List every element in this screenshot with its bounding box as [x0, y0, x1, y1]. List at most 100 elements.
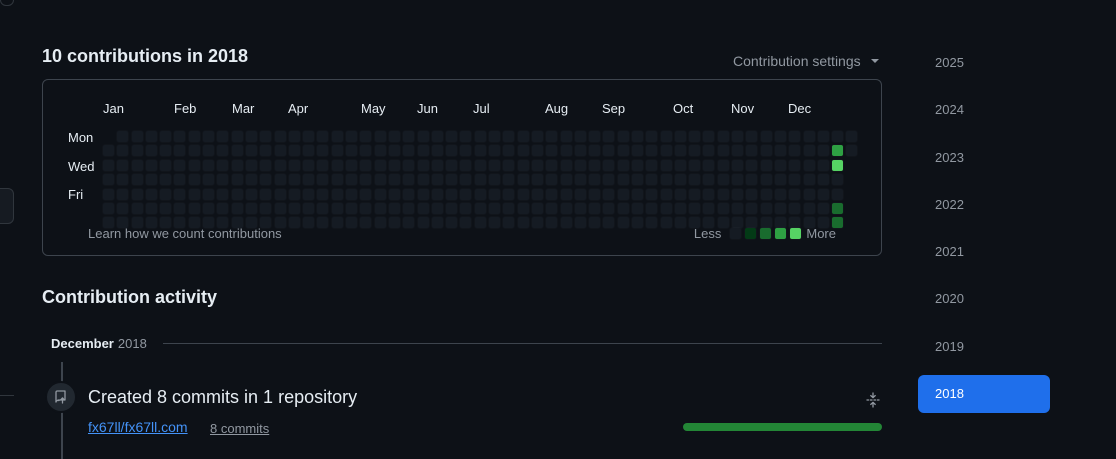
- calendar-day[interactable]: [689, 159, 701, 171]
- calendar-day[interactable]: [703, 202, 715, 214]
- calendar-day[interactable]: [317, 202, 329, 214]
- calendar-day[interactable]: [360, 188, 372, 200]
- calendar-day[interactable]: [546, 217, 558, 229]
- calendar-day[interactable]: [789, 188, 801, 200]
- calendar-day[interactable]: [388, 217, 400, 229]
- calendar-day[interactable]: [817, 174, 829, 186]
- calendar-day[interactable]: [274, 174, 286, 186]
- calendar-day[interactable]: [631, 159, 643, 171]
- calendar-day[interactable]: [517, 202, 529, 214]
- calendar-day[interactable]: [589, 131, 601, 142]
- calendar-day[interactable]: [846, 145, 858, 157]
- calendar-day[interactable]: [117, 202, 129, 214]
- calendar-day[interactable]: [489, 145, 501, 157]
- calendar-day[interactable]: [631, 174, 643, 186]
- year-2024[interactable]: 2024: [918, 91, 1050, 129]
- calendar-day[interactable]: [188, 145, 200, 157]
- calendar-day[interactable]: [188, 202, 200, 214]
- calendar-day[interactable]: [803, 188, 815, 200]
- calendar-day[interactable]: [832, 131, 844, 142]
- calendar-day[interactable]: [603, 159, 615, 171]
- calendar-day[interactable]: [460, 174, 472, 186]
- calendar-day[interactable]: [260, 174, 272, 186]
- calendar-day[interactable]: [174, 202, 186, 214]
- calendar-day[interactable]: [231, 174, 243, 186]
- calendar-day[interactable]: [774, 188, 786, 200]
- calendar-day[interactable]: [703, 131, 715, 142]
- calendar-day[interactable]: [589, 145, 601, 157]
- calendar-day[interactable]: [546, 174, 558, 186]
- calendar-day[interactable]: [131, 145, 143, 157]
- calendar-day[interactable]: [717, 174, 729, 186]
- calendar-day[interactable]: [517, 188, 529, 200]
- calendar-day[interactable]: [231, 188, 243, 200]
- calendar-day[interactable]: [403, 131, 415, 142]
- calendar-day[interactable]: [560, 188, 572, 200]
- calendar-day[interactable]: [703, 145, 715, 157]
- calendar-day[interactable]: [474, 217, 486, 229]
- calendar-day[interactable]: [346, 188, 358, 200]
- calendar-day[interactable]: [446, 188, 458, 200]
- calendar-day[interactable]: [446, 145, 458, 157]
- calendar-day[interactable]: [603, 217, 615, 229]
- calendar-day[interactable]: [174, 174, 186, 186]
- calendar-day[interactable]: [574, 131, 586, 142]
- calendar-day[interactable]: [131, 131, 143, 142]
- calendar-day[interactable]: [245, 145, 257, 157]
- calendar-day[interactable]: [774, 174, 786, 186]
- calendar-day[interactable]: [103, 145, 114, 157]
- calendar-day[interactable]: [274, 131, 286, 142]
- calendar-day[interactable]: [260, 159, 272, 171]
- calendar-day[interactable]: [160, 202, 172, 214]
- calendar-day[interactable]: [817, 202, 829, 214]
- calendar-day[interactable]: [274, 159, 286, 171]
- calendar-day[interactable]: [303, 202, 315, 214]
- calendar-day[interactable]: [331, 217, 343, 229]
- calendar-day[interactable]: [503, 188, 515, 200]
- calendar-day[interactable]: [217, 202, 229, 214]
- calendar-day[interactable]: [746, 131, 758, 142]
- calendar-day[interactable]: [503, 174, 515, 186]
- calendar-day[interactable]: [503, 202, 515, 214]
- calendar-day[interactable]: [531, 188, 543, 200]
- calendar-day[interactable]: [817, 145, 829, 157]
- calendar-day[interactable]: [403, 202, 415, 214]
- calendar-day[interactable]: [174, 159, 186, 171]
- calendar-day[interactable]: [574, 202, 586, 214]
- calendar-day[interactable]: [674, 188, 686, 200]
- calendar-day[interactable]: [103, 174, 114, 186]
- calendar-day[interactable]: [689, 174, 701, 186]
- calendar-day[interactable]: [760, 159, 772, 171]
- calendar-day[interactable]: [717, 188, 729, 200]
- calendar-day[interactable]: [160, 145, 172, 157]
- learn-how-link[interactable]: Learn how we count contributions: [88, 226, 282, 241]
- calendar-day[interactable]: [546, 131, 558, 142]
- calendar-day[interactable]: [431, 217, 443, 229]
- calendar-day[interactable]: [574, 217, 586, 229]
- calendar-day[interactable]: [674, 202, 686, 214]
- calendar-day[interactable]: [746, 145, 758, 157]
- calendar-day[interactable]: [531, 202, 543, 214]
- calendar-day[interactable]: [746, 159, 758, 171]
- year-2022[interactable]: 2022: [918, 186, 1050, 224]
- calendar-day[interactable]: [617, 202, 629, 214]
- calendar-day[interactable]: [732, 174, 744, 186]
- calendar-day[interactable]: [760, 174, 772, 186]
- calendar-day[interactable]: [417, 131, 429, 142]
- calendar-day[interactable]: [817, 188, 829, 200]
- calendar-day[interactable]: [546, 159, 558, 171]
- calendar-day[interactable]: [245, 159, 257, 171]
- calendar-day[interactable]: [388, 202, 400, 214]
- calendar-day[interactable]: [474, 202, 486, 214]
- calendar-day[interactable]: [446, 217, 458, 229]
- calendar-day[interactable]: [288, 159, 300, 171]
- year-2025[interactable]: 2025: [918, 44, 1050, 82]
- calendar-day[interactable]: [646, 188, 658, 200]
- calendar-day[interactable]: [603, 174, 615, 186]
- calendar-day[interactable]: [145, 159, 157, 171]
- calendar-day[interactable]: [317, 188, 329, 200]
- calendar-day[interactable]: [117, 174, 129, 186]
- calendar-day[interactable]: [646, 174, 658, 186]
- calendar-day[interactable]: [489, 174, 501, 186]
- calendar-day[interactable]: [746, 202, 758, 214]
